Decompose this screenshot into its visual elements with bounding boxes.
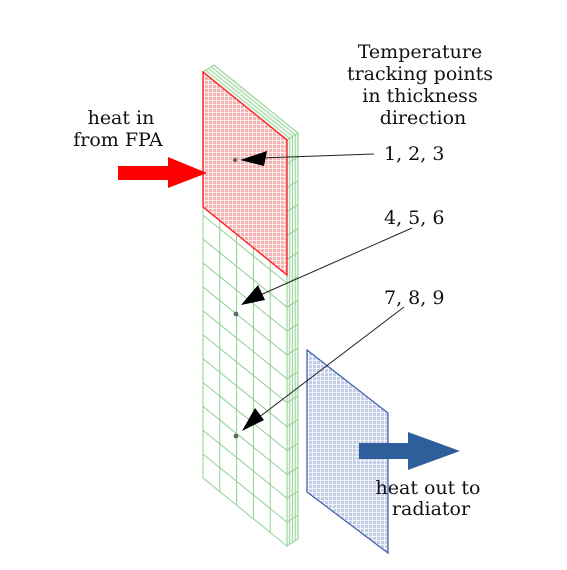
diagram: heat in from FPA Temperature tracking po…: [73, 41, 499, 555]
tracking-points-title: Temperature tracking points in thickness…: [347, 41, 499, 129]
tracking-point-2: [233, 311, 239, 317]
points-4-5-6-label: 4, 5, 6: [384, 207, 444, 229]
heat-out-label: heat out to radiator: [376, 477, 487, 520]
tracking-point-1: [232, 157, 238, 163]
heat-in-arrow: [118, 157, 207, 188]
tracking-point-3: [233, 433, 239, 439]
points-7-8-9-label: 7, 8, 9: [384, 287, 444, 309]
points-1-2-3-label: 1, 2, 3: [384, 143, 444, 165]
heat-in-label: heat in from FPA: [73, 107, 163, 151]
